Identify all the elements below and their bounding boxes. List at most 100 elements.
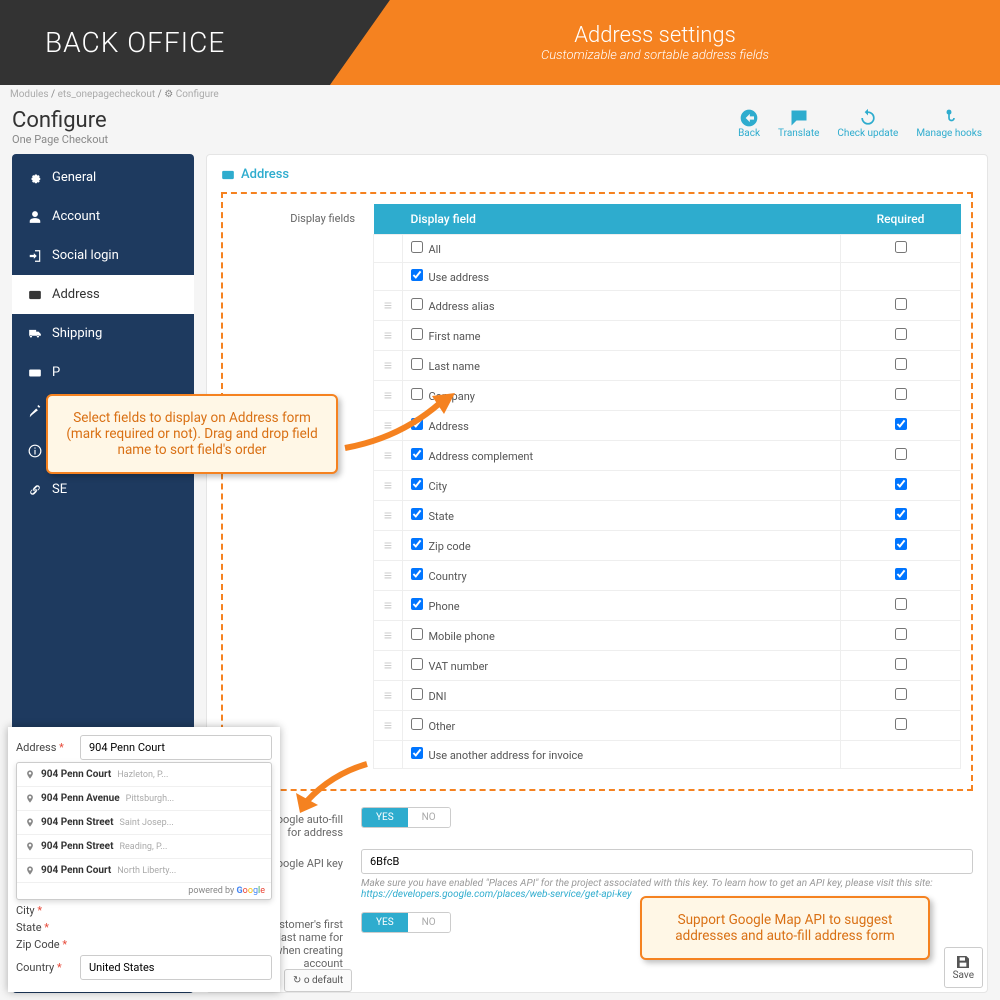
sidebar-item-shipping[interactable]: Shipping: [12, 314, 194, 353]
field-row[interactable]: City: [374, 471, 961, 501]
drag-handle-icon[interactable]: [382, 627, 394, 644]
drag-handle-icon[interactable]: [382, 507, 394, 524]
af-address-label: Address *: [16, 741, 72, 754]
field-row[interactable]: DNI: [374, 681, 961, 711]
display-checkbox[interactable]: [411, 358, 423, 370]
display-checkbox[interactable]: [411, 568, 423, 580]
field-row[interactable]: Address alias: [374, 291, 961, 321]
sidebar-item-se[interactable]: SE: [12, 470, 194, 509]
reset-button[interactable]: ↻ o default: [284, 969, 352, 992]
save-icon: [955, 954, 971, 970]
field-row[interactable]: VAT number: [374, 651, 961, 681]
required-checkbox[interactable]: [895, 688, 907, 700]
required-checkbox[interactable]: [895, 508, 907, 520]
autofill-option[interactable]: 904 Penn Court North Liberty...: [17, 859, 271, 883]
head-actions: Back Translate Check update Manage hooks: [738, 108, 982, 139]
api-help-link[interactable]: https://developers.google.com/places/web…: [361, 889, 632, 900]
drag-handle-icon[interactable]: [382, 357, 394, 374]
breadcrumb: Modules / ets_onepagecheckout / ⚙ Config…: [0, 85, 1000, 104]
required-checkbox[interactable]: [895, 628, 907, 640]
display-checkbox[interactable]: [411, 538, 423, 550]
autofill-option[interactable]: 904 Penn Avenue Pittsburgh...: [17, 787, 271, 811]
drag-handle-icon[interactable]: [382, 657, 394, 674]
required-checkbox[interactable]: [895, 538, 907, 550]
field-row[interactable]: State: [374, 501, 961, 531]
field-row[interactable]: Zip code: [374, 531, 961, 561]
sidebar-item-address[interactable]: Address: [12, 275, 194, 314]
drag-handle-icon[interactable]: [382, 327, 394, 344]
display-checkbox[interactable]: [411, 508, 423, 520]
page-head: Configure One Page Checkout Back Transla…: [0, 104, 1000, 154]
autofill-option[interactable]: 904 Penn Street Reading, P...: [17, 835, 271, 859]
callout-google-api: Support Google Map API to suggest addres…: [640, 896, 930, 960]
field-row[interactable]: First name: [374, 321, 961, 351]
field-row[interactable]: Other: [374, 711, 961, 741]
settings-subtitle: Customizable and sortable address fields: [541, 48, 769, 63]
required-checkbox[interactable]: [895, 658, 907, 670]
display-checkbox[interactable]: [411, 658, 423, 670]
af-country-label: Country *: [16, 961, 72, 974]
display-checkbox[interactable]: [411, 598, 423, 610]
display-checkbox[interactable]: [411, 328, 423, 340]
sidebar-item-general[interactable]: General: [12, 158, 194, 197]
api-key-input[interactable]: [361, 849, 973, 874]
autofill-option[interactable]: 904 Penn Court Hazleton, P...: [17, 763, 271, 787]
required-checkbox[interactable]: [895, 241, 907, 253]
display-checkbox[interactable]: [411, 628, 423, 640]
check-update-button[interactable]: Check update: [837, 108, 898, 139]
drag-handle-icon[interactable]: [382, 537, 394, 554]
autofill-dropdown: 904 Penn Court Hazleton, P...904 Penn Av…: [16, 762, 272, 900]
drag-handle-icon[interactable]: [382, 567, 394, 584]
col-display-field: Display field: [403, 204, 841, 235]
drag-handle-icon[interactable]: [382, 297, 394, 314]
display-checkbox[interactable]: [411, 718, 423, 730]
autofill-option[interactable]: 904 Penn Street Saint Josep...: [17, 811, 271, 835]
field-row[interactable]: Mobile phone: [374, 621, 961, 651]
display-checkbox[interactable]: [411, 298, 423, 310]
sidebar-item-p[interactable]: P: [12, 353, 194, 392]
autofill-preview: Address * 904 Penn Court Hazleton, P...9…: [8, 727, 280, 992]
display-checkbox[interactable]: [411, 241, 423, 253]
required-checkbox[interactable]: [895, 448, 907, 460]
header-right: Address settings Customizable and sortab…: [330, 0, 1000, 85]
required-checkbox[interactable]: [895, 718, 907, 730]
field-row[interactable]: Last name: [374, 351, 961, 381]
af-city-label: City *: [16, 904, 72, 917]
save-button[interactable]: Save: [944, 947, 983, 988]
required-checkbox[interactable]: [895, 418, 907, 430]
required-checkbox[interactable]: [895, 388, 907, 400]
back-button[interactable]: Back: [738, 108, 760, 139]
display-checkbox[interactable]: [411, 747, 423, 759]
display-checkbox[interactable]: [411, 269, 423, 281]
drag-handle-icon[interactable]: [382, 717, 394, 734]
required-checkbox[interactable]: [895, 328, 907, 340]
header-left: BACK OFFICE: [0, 0, 330, 85]
af-address-input[interactable]: [80, 735, 272, 760]
display-fields-box: Display fields Display field Required Al…: [221, 192, 973, 791]
display-checkbox[interactable]: [411, 478, 423, 490]
required-checkbox[interactable]: [895, 358, 907, 370]
name-toggle[interactable]: YESNO: [361, 912, 451, 933]
page-subtitle: One Page Checkout: [12, 133, 108, 146]
drag-handle-icon[interactable]: [382, 477, 394, 494]
drag-handle-icon[interactable]: [382, 687, 394, 704]
required-checkbox[interactable]: [895, 478, 907, 490]
main-panel: Address Display fields Display field Req…: [206, 154, 988, 993]
translate-button[interactable]: Translate: [778, 108, 819, 139]
field-row[interactable]: Country: [374, 561, 961, 591]
field-row[interactable]: Phone: [374, 591, 961, 621]
required-checkbox[interactable]: [895, 298, 907, 310]
sidebar-item-account[interactable]: Account: [12, 197, 194, 236]
manage-hooks-button[interactable]: Manage hooks: [916, 108, 982, 139]
field-row[interactable]: Use another address for invoice: [374, 741, 961, 769]
field-row[interactable]: All: [374, 235, 961, 263]
field-row[interactable]: Use address: [374, 263, 961, 291]
required-checkbox[interactable]: [895, 568, 907, 580]
settings-title: Address settings: [574, 23, 736, 48]
sidebar-item-social-login[interactable]: Social login: [12, 236, 194, 275]
drag-handle-icon[interactable]: [382, 597, 394, 614]
display-checkbox[interactable]: [411, 688, 423, 700]
page-title: Configure: [12, 108, 108, 133]
af-country-input[interactable]: [80, 955, 272, 980]
required-checkbox[interactable]: [895, 598, 907, 610]
